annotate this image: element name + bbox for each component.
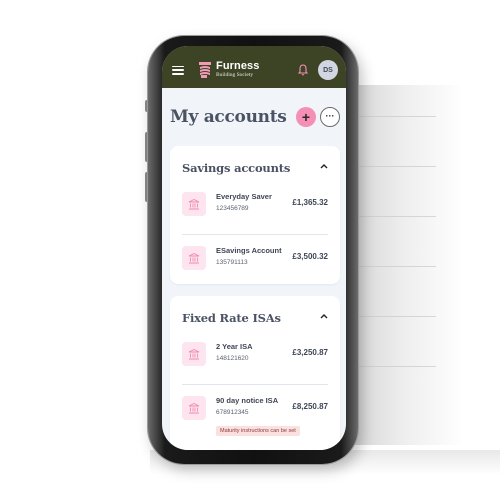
bank-icon: [182, 246, 206, 270]
chevron-up-icon[interactable]: [320, 163, 328, 169]
account-row[interactable]: Everyday Saver 123456789 £1,365.32: [182, 190, 328, 226]
add-account-button[interactable]: +: [296, 107, 316, 127]
more-options-button[interactable]: ···: [320, 107, 340, 127]
account-row[interactable]: 2 Year ISA 148121620 £3,250.87: [182, 340, 328, 376]
bank-icon: [182, 396, 206, 420]
account-name: Everyday Saver: [216, 192, 272, 201]
background-line: [356, 316, 436, 317]
section-title: Fixed Rate ISAs: [182, 311, 281, 325]
account-balance: £8,250.87: [292, 402, 328, 411]
background-line: [356, 116, 436, 117]
page-title: My accounts: [170, 107, 287, 127]
brand-logo[interactable]: Furness Building Society: [216, 61, 260, 79]
app-header: Furness Building Society DS: [162, 46, 346, 88]
account-row[interactable]: 90 day notice ISA 678912345 £8,250.87 Ma…: [182, 394, 328, 444]
brand-name: Furness: [216, 60, 260, 73]
section-header[interactable]: Fixed Rate ISAs: [182, 310, 328, 326]
account-balance: £3,500.32: [292, 252, 328, 261]
brand-subtitle: Building Society: [216, 72, 254, 79]
hamburger-menu-icon[interactable]: [172, 65, 184, 75]
account-name: 90 day notice ISA: [216, 396, 279, 405]
bank-icon: [182, 192, 206, 216]
account-name: ESavings Account: [216, 246, 282, 255]
background-shadow: [352, 85, 500, 445]
account-row[interactable]: ESavings Account 135791113 £3,500.32: [182, 244, 328, 280]
account-balance: £3,250.87: [292, 348, 328, 357]
divider: [182, 384, 328, 385]
account-number: 135791113: [216, 259, 248, 266]
account-number: 123456789: [216, 205, 249, 212]
maturity-instructions-badge[interactable]: Maturity instructions can be set: [216, 426, 300, 436]
bank-icon: [182, 342, 206, 366]
background-line: [356, 366, 436, 367]
savings-accounts-card: Savings accounts Everyday Saver 12345678…: [170, 146, 340, 284]
account-balance: £1,365.32: [292, 198, 328, 207]
account-number: 148121620: [216, 355, 249, 362]
user-avatar[interactable]: DS: [318, 60, 338, 80]
phone-screen: Furness Building Society DS My accounts …: [162, 46, 346, 450]
section-header[interactable]: Savings accounts: [182, 160, 328, 176]
divider: [182, 234, 328, 235]
background-line: [356, 266, 436, 267]
page-title-row: My accounts + ···: [170, 102, 340, 132]
chevron-up-icon[interactable]: [320, 313, 328, 319]
account-name: 2 Year ISA: [216, 342, 253, 351]
section-title: Savings accounts: [182, 161, 291, 175]
background-line: [356, 166, 436, 167]
bell-icon[interactable]: [298, 64, 308, 76]
background-line: [356, 216, 436, 217]
furness-logo-icon: [199, 62, 211, 78]
account-number: 678912345: [216, 409, 249, 416]
fixed-rate-isas-card: Fixed Rate ISAs 2 Year ISA 148121620 £3,…: [170, 296, 340, 450]
